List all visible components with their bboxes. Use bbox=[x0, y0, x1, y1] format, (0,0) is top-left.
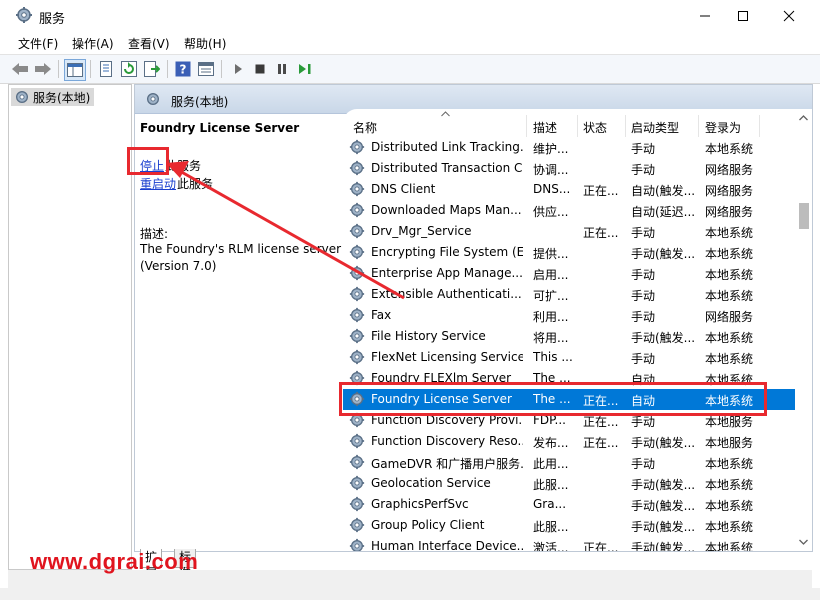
watermark: www.dgrai.com bbox=[30, 549, 199, 574]
annotation-arrow-icon bbox=[166, 161, 405, 300]
